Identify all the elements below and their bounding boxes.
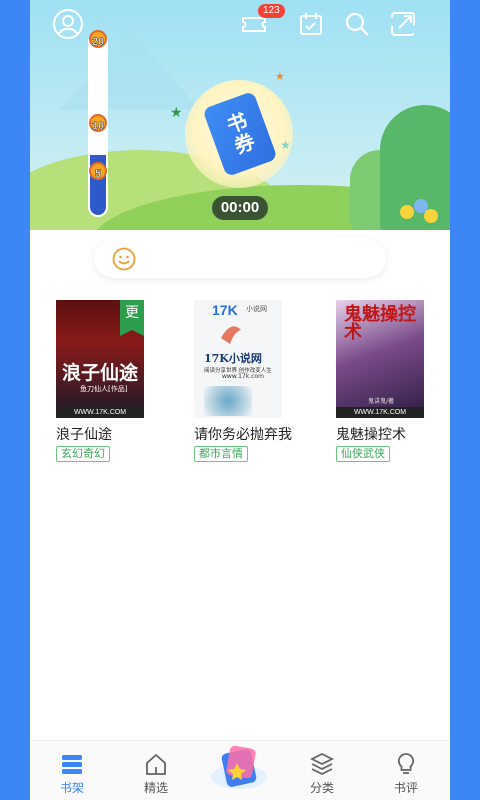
bottom-nav: 书架 精选 分类 书评 (30, 740, 450, 800)
progress-mark-5: 5 (85, 162, 111, 188)
progress-mark-10: 10 (85, 114, 111, 140)
nav-item-featured[interactable]: 精选 (126, 751, 186, 796)
center-feature-icon (206, 741, 272, 797)
book-cover[interactable]: 17K 小说网 17K小说网 阅读分享世界 创作改变人生 www.17k.com (194, 300, 282, 418)
search-icon[interactable] (341, 8, 373, 40)
notice-bar[interactable] (94, 238, 386, 278)
star-icon: ★ (280, 138, 291, 152)
book-genre-tag: 玄幻奇幻 (56, 446, 110, 462)
hero-banner: 123 20 10 5 书券 ★ ★ ★ 00:00 (30, 0, 450, 230)
book-cover[interactable]: 鬼魅操控术 鬼讲鬼/著 WWW.17K.COM (336, 300, 424, 418)
star-icon: ★ (275, 70, 285, 83)
app-screen: 123 20 10 5 书券 ★ ★ ★ 00:00 浪子仙途 鱼刀仙人[作品]… (30, 0, 450, 800)
nav-item-bookshelf[interactable]: 书架 (42, 751, 102, 796)
update-badge: 更 (120, 300, 144, 336)
home-icon (143, 751, 169, 777)
bookshelf-grid: 浪子仙途 鱼刀仙人[作品] WWW.17K.COM 更 浪子仙途 玄幻奇幻 17… (30, 300, 450, 470)
water-illustration (204, 386, 252, 416)
star-icon: ★ (170, 105, 183, 121)
notification-badge: 123 (258, 4, 285, 18)
smile-icon (112, 247, 136, 271)
bookshelf-icon (59, 751, 85, 777)
ticket-icon[interactable]: 123 (238, 4, 285, 40)
share-icon[interactable] (387, 8, 419, 40)
reading-timer: 00:00 (212, 196, 268, 220)
hero-mountain (60, 30, 200, 110)
book-title[interactable]: 请你务必抛弃我 (194, 424, 292, 444)
layers-icon (309, 751, 335, 777)
book-title[interactable]: 浪子仙途 (56, 424, 112, 444)
book-title[interactable]: 鬼魅操控术 (336, 424, 406, 444)
lightbulb-icon (393, 751, 419, 777)
nav-item-categories[interactable]: 分类 (292, 751, 352, 796)
koi-fish-illustration (216, 318, 246, 348)
book-cover[interactable]: 浪子仙途 鱼刀仙人[作品] WWW.17K.COM 更 (56, 300, 144, 418)
hero-flowers (400, 195, 440, 225)
book-genre-tag: 仙侠武侠 (336, 446, 390, 462)
avatar-icon[interactable] (52, 8, 84, 40)
nav-item-reviews[interactable]: 书评 (376, 751, 436, 796)
center-feature-button[interactable] (206, 741, 272, 793)
progress-mark-20: 20 (85, 30, 111, 56)
book-genre-tag: 都市言情 (194, 446, 248, 462)
calendar-icon[interactable] (295, 8, 327, 40)
